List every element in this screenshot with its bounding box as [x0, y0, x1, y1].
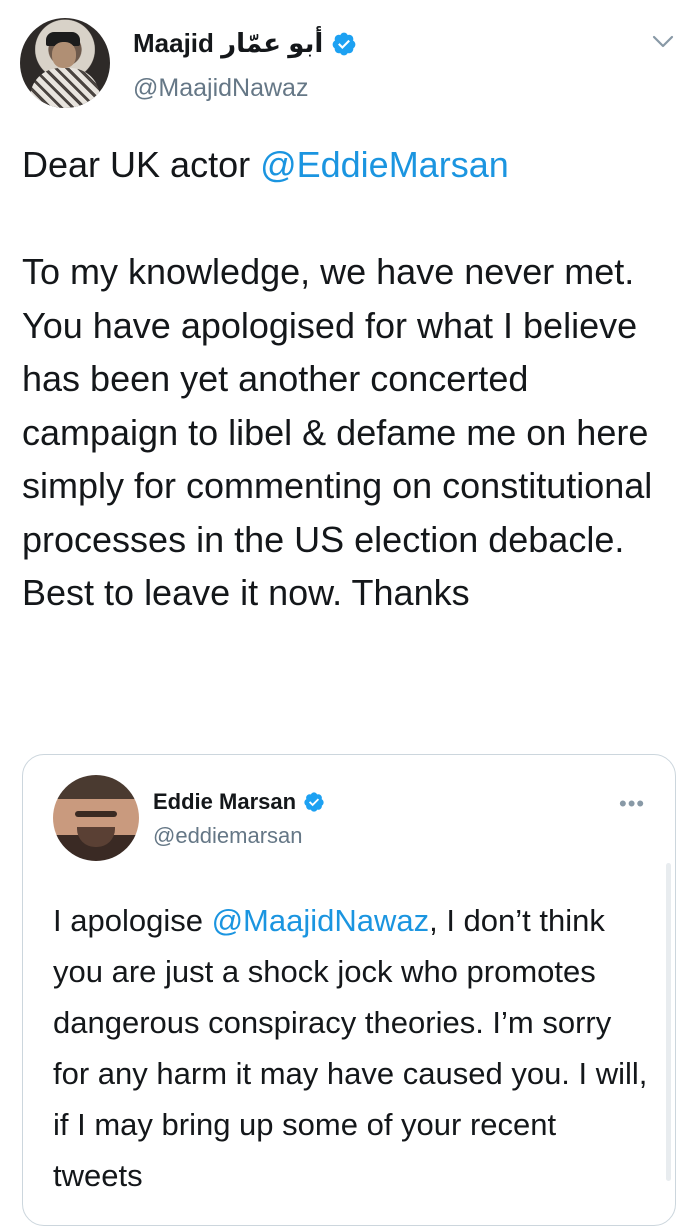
quoted-tweet[interactable]: Eddie Marsan @eddiemarsan ••• I apologis… — [22, 754, 676, 1226]
mention-link[interactable]: @EddieMarsan — [260, 144, 509, 185]
mention-link[interactable]: @MaajidNawaz — [212, 903, 430, 938]
quoted-text-body: , I don’t think you are just a shock joc… — [53, 903, 657, 1193]
tweet: Maajid أبو عمّار @MaajidNawaz Dear UK ac… — [0, 0, 696, 1226]
tweet-text: Dear UK actor @EddieMarsan To my knowled… — [22, 138, 682, 620]
author-name[interactable]: Maajid أبو عمّار — [133, 28, 323, 59]
more-icon[interactable]: ••• — [619, 791, 645, 817]
quoted-author-row[interactable]: Eddie Marsan — [153, 789, 325, 815]
scrollbar[interactable] — [666, 863, 671, 1181]
avatar[interactable] — [20, 18, 110, 108]
quoted-text-intro: I apologise — [53, 903, 212, 938]
quoted-author-handle[interactable]: @eddiemarsan — [153, 823, 303, 849]
quoted-author-name[interactable]: Eddie Marsan — [153, 789, 296, 815]
tweet-text-intro: Dear UK actor — [22, 144, 261, 185]
quoted-avatar[interactable] — [53, 775, 139, 861]
chevron-down-icon[interactable] — [652, 34, 674, 50]
quoted-text: I apologise @MaajidNawaz, I don’t think … — [53, 895, 653, 1201]
author-row[interactable]: Maajid أبو عمّار — [133, 28, 357, 59]
author-handle[interactable]: @MaajidNawaz — [133, 74, 308, 103]
tweet-text-body: To my knowledge, we have never met. You … — [22, 251, 653, 613]
verified-icon — [332, 32, 356, 55]
verified-icon — [304, 792, 324, 812]
